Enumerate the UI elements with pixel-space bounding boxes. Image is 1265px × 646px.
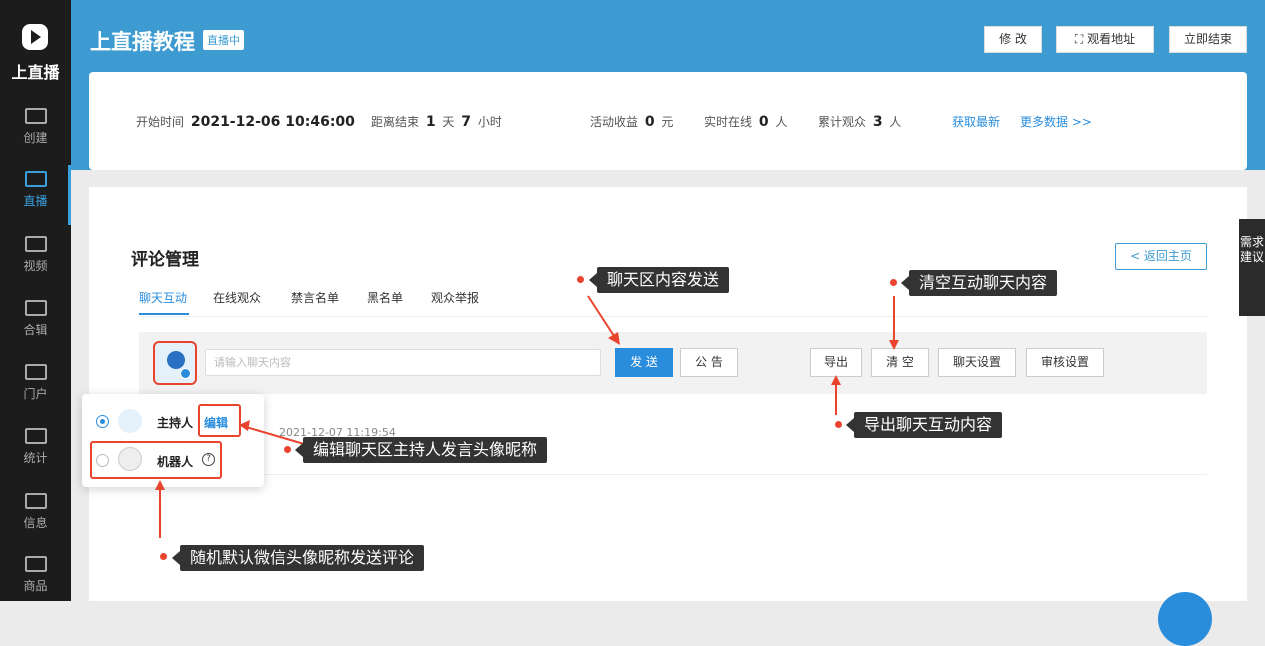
edit-arrow xyxy=(245,426,305,445)
send-arrow xyxy=(587,295,617,340)
robot-callout-dot xyxy=(160,553,167,560)
edit-callout: 编辑聊天区主持人发言头像昵称 xyxy=(294,437,548,463)
clear-callout-dot xyxy=(890,279,897,286)
annotation-arrows xyxy=(155,295,899,538)
send-callout: 聊天区内容发送 xyxy=(588,267,730,293)
export-callout-dot xyxy=(835,421,842,428)
export-callout: 导出聊天互动内容 xyxy=(845,412,1003,438)
send-callout-dot xyxy=(577,276,584,283)
edit-callout-dot xyxy=(284,446,291,453)
robot-callout: 随机默认微信头像昵称发送评论 xyxy=(171,545,425,571)
clear-callout: 清空互动聊天内容 xyxy=(900,270,1058,296)
demand-suggestion-tab[interactable]: 需求建议 xyxy=(1239,219,1265,316)
chat-float-icon[interactable] xyxy=(1158,592,1212,646)
